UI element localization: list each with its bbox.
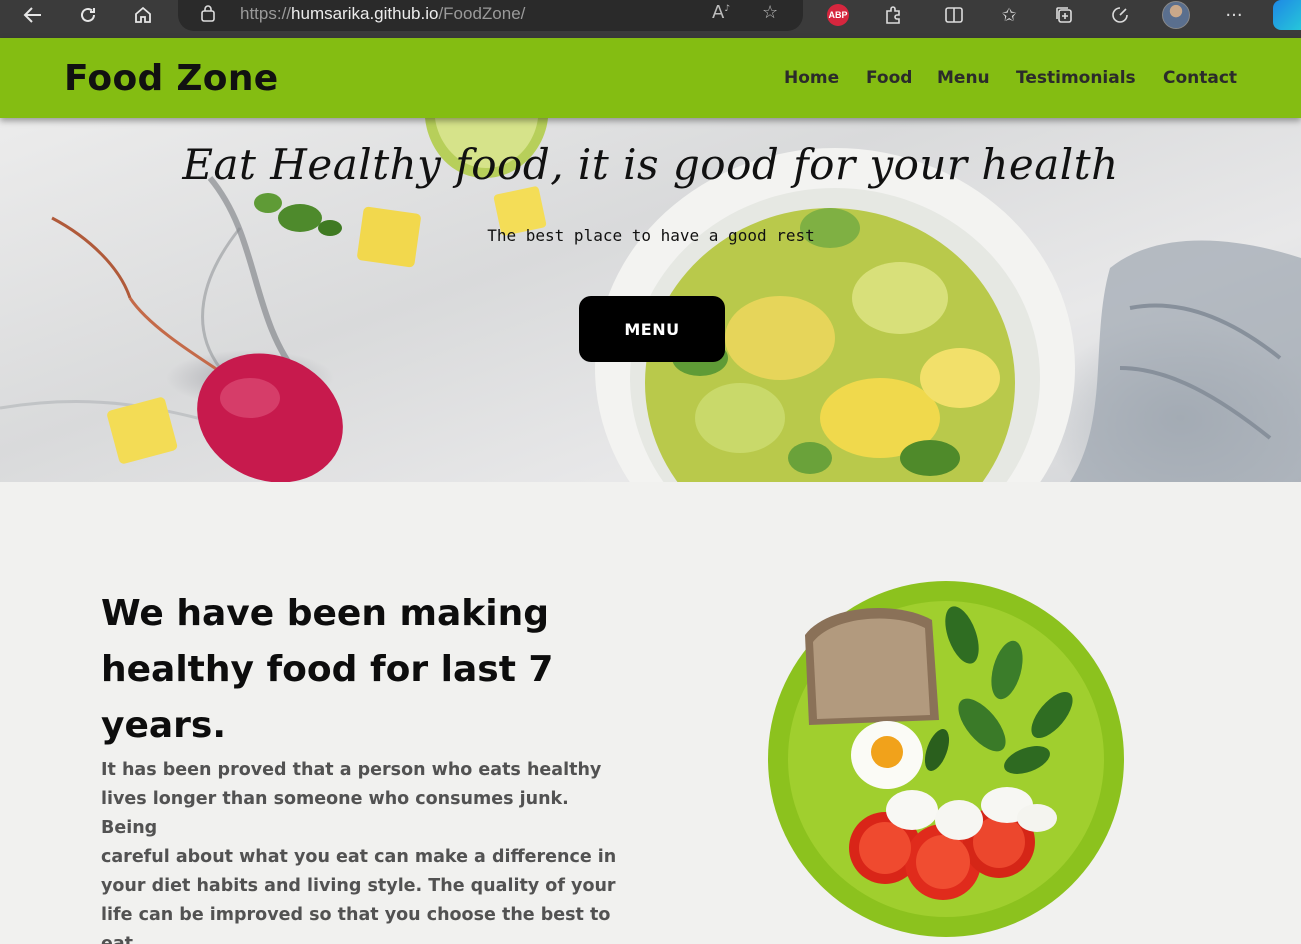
home-icon[interactable] (125, 0, 161, 30)
about-paragraph-line: It has been proved that a person who eat… (101, 760, 602, 780)
nav-food[interactable]: Food (866, 68, 912, 88)
hero-subtitle: The best place to have a good rest (487, 226, 815, 245)
split-screen-icon[interactable] (940, 2, 968, 28)
hero-banner: Eat Healthy food, it is good for your he… (0, 118, 1301, 482)
healthy-plate-image (768, 581, 1124, 937)
profile-avatar[interactable] (1162, 1, 1190, 29)
favorites-icon[interactable]: ✩ (995, 2, 1023, 28)
adblock-extension-icon[interactable]: ABP (824, 2, 852, 28)
bing-icon[interactable] (1273, 0, 1301, 30)
about-heading-line: healthy food for last 7 (101, 649, 554, 690)
about-paragraph-line: your diet habits and living style. The q… (101, 876, 616, 896)
refresh-icon[interactable] (70, 0, 106, 30)
site-header: Food Zone Home Food Menu Testimonials Co… (0, 38, 1301, 118)
about-heading-line: years. (101, 705, 227, 746)
back-icon[interactable] (15, 0, 51, 30)
about-paragraph: It has been proved that a person who eat… (101, 756, 621, 944)
lock-icon[interactable] (200, 4, 218, 24)
nav-contact[interactable]: Contact (1163, 68, 1237, 88)
about-heading: We have been making healthy food for las… (101, 586, 581, 754)
nav-menu[interactable]: Menu (937, 68, 990, 88)
about-paragraph-line: life can be improved so that you choose … (101, 905, 611, 925)
menu-button[interactable]: MENU (579, 296, 725, 362)
browser-toolbar: https://humsarika.github.io/FoodZone/ A♪… (0, 0, 1301, 38)
url-text[interactable]: https://humsarika.github.io/FoodZone/ (240, 4, 525, 24)
collections-icon[interactable] (1050, 2, 1078, 28)
about-paragraph-line: careful about what you eat can make a di… (101, 847, 617, 867)
more-icon[interactable]: ··· (1220, 2, 1248, 28)
nav-testimonials[interactable]: Testimonials (1016, 68, 1136, 88)
nav-home[interactable]: Home (784, 68, 839, 88)
about-paragraph-line: eat. (101, 934, 140, 944)
performance-icon[interactable] (1106, 2, 1134, 28)
address-bar[interactable]: https://humsarika.github.io/FoodZone/ A♪… (178, 0, 803, 31)
favorite-star-icon[interactable]: ☆ (762, 2, 778, 23)
extensions-icon[interactable] (879, 2, 907, 28)
read-aloud-icon[interactable]: A♪ (712, 2, 730, 23)
site-logo[interactable]: Food Zone (64, 58, 278, 99)
hero-title: Eat Healthy food, it is good for your he… (182, 140, 1119, 189)
about-heading-line: We have been making (101, 593, 549, 634)
about-paragraph-line: lives longer than someone who consumes j… (101, 789, 569, 838)
